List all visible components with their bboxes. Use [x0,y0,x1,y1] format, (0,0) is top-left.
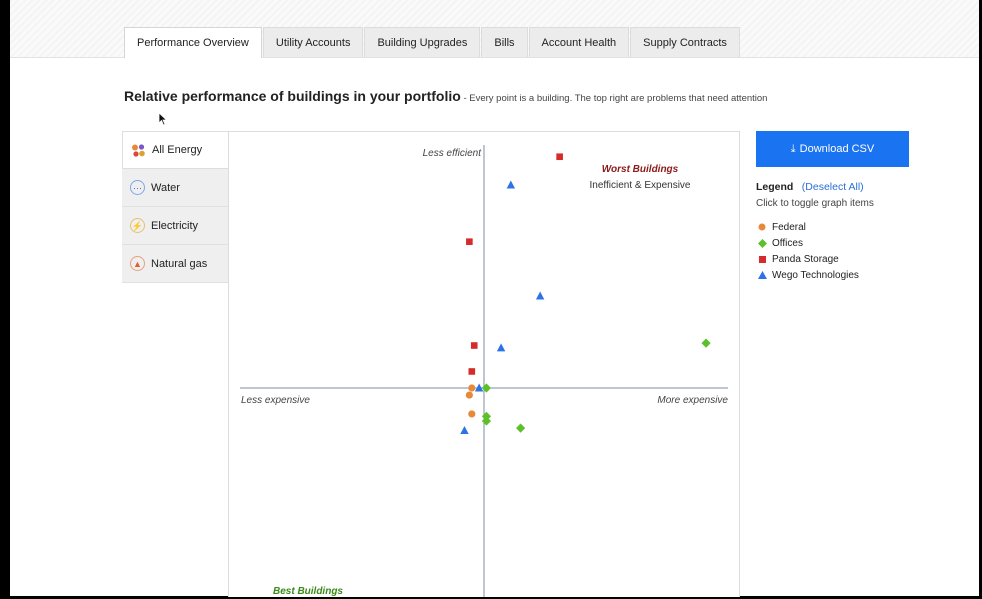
data-point-panda-storage[interactable] [556,153,563,161]
data-point-offices[interactable] [481,416,492,426]
data-point-federal[interactable] [468,384,476,392]
download-csv-button[interactable]: ⤓ Download CSV [756,131,909,167]
deselect-all-link[interactable]: (Deselect All) [802,181,864,193]
data-point-federal[interactable] [465,391,473,399]
data-point-offices[interactable] [516,423,526,433]
legend-title: Legend [756,181,794,193]
download-csv-label: Download CSV [799,143,875,155]
page-subtitle: - Every point is a building. The top rig… [460,93,768,104]
legend-item-label: Panda Storage [772,253,839,265]
axis-label-left: Less expensive [241,395,310,406]
energy-tab-label: Electricity [151,219,199,232]
energy-tab-label: Natural gas [151,257,208,270]
legend-item-label: Offices [772,237,803,249]
legend-item-wego-technologies[interactable]: Wego Technologies [756,267,956,283]
page-heading: Relative performance of buildings in you… [124,88,767,106]
data-point-offices[interactable] [701,338,711,348]
axis-label-top: Less efficient [423,148,483,159]
scatter-plot: Less efficient Less expensive More expen… [240,145,728,597]
legend-item-panda-storage[interactable]: Panda Storage [756,251,956,267]
legend-item-federal[interactable]: Federal [756,219,956,235]
page-title: Relative performance of buildings in you… [124,88,461,104]
scatter-points [460,153,711,434]
energy-tab-electricity[interactable]: ⚡ Electricity [122,207,228,245]
data-point-offices[interactable] [481,383,492,393]
download-icon: ⤓ [790,142,796,155]
tab-performance-overview[interactable]: Performance Overview [124,27,262,58]
legend-item-offices[interactable]: Offices [756,235,956,251]
electricity-icon: ⚡ [130,218,145,233]
legend-item-label: Wego Technologies [772,269,859,281]
data-point-wego-technologies[interactable] [460,425,469,434]
data-point-wego-technologies[interactable] [496,343,506,352]
tab-bills[interactable]: Bills [481,27,528,57]
mouse-cursor-icon [158,112,168,126]
legend-item-label: Federal [772,221,806,233]
quadrant-title-worst: Worst Buildings [602,164,679,175]
energy-type-selector: All Energy ⋯ Water ⚡ Electricity ▲ Natur… [122,131,228,283]
energy-tab-water[interactable]: ⋯ Water [122,169,228,207]
data-point-panda-storage[interactable] [470,342,478,349]
quadrant-subtitle-worst: Inefficient & Expensive [590,180,691,191]
energy-tab-all-energy[interactable]: All Energy [122,131,228,169]
tab-account-health[interactable]: Account Health [528,27,630,57]
tab-building-upgrades[interactable]: Building Upgrades [364,27,481,57]
energy-tab-natural-gas[interactable]: ▲ Natural gas [122,245,228,283]
data-point-panda-storage[interactable] [466,238,473,245]
flame-icon: ▲ [130,256,145,271]
diamond-marker-icon [756,238,768,248]
legend-items: Federal Offices Panda Storage Wego Techn… [756,219,956,283]
all-energy-icon [132,143,145,157]
legend-hint: Click to toggle graph items [756,198,874,209]
energy-tab-label: All Energy [152,144,203,156]
data-point-panda-storage[interactable] [468,368,476,375]
window-frame-left [0,0,10,599]
circle-marker-icon [756,223,768,231]
legend: Legend (Deselect All) Click to toggle gr… [756,177,956,283]
data-point-federal[interactable] [468,410,476,418]
data-point-wego-technologies[interactable] [535,291,545,300]
data-point-wego-technologies[interactable] [506,180,516,189]
water-icon: ⋯ [130,180,145,195]
tab-bar: Performance Overview Utility Accounts Bu… [124,27,741,58]
tab-utility-accounts[interactable]: Utility Accounts [262,27,364,57]
energy-tab-label: Water [151,181,180,194]
axis-label-right: More expensive [657,395,728,406]
square-marker-icon [756,255,768,263]
triangle-marker-icon [756,271,768,279]
quadrant-title-best: Best Buildings [273,586,343,597]
tab-supply-contracts[interactable]: Supply Contracts [630,27,740,57]
